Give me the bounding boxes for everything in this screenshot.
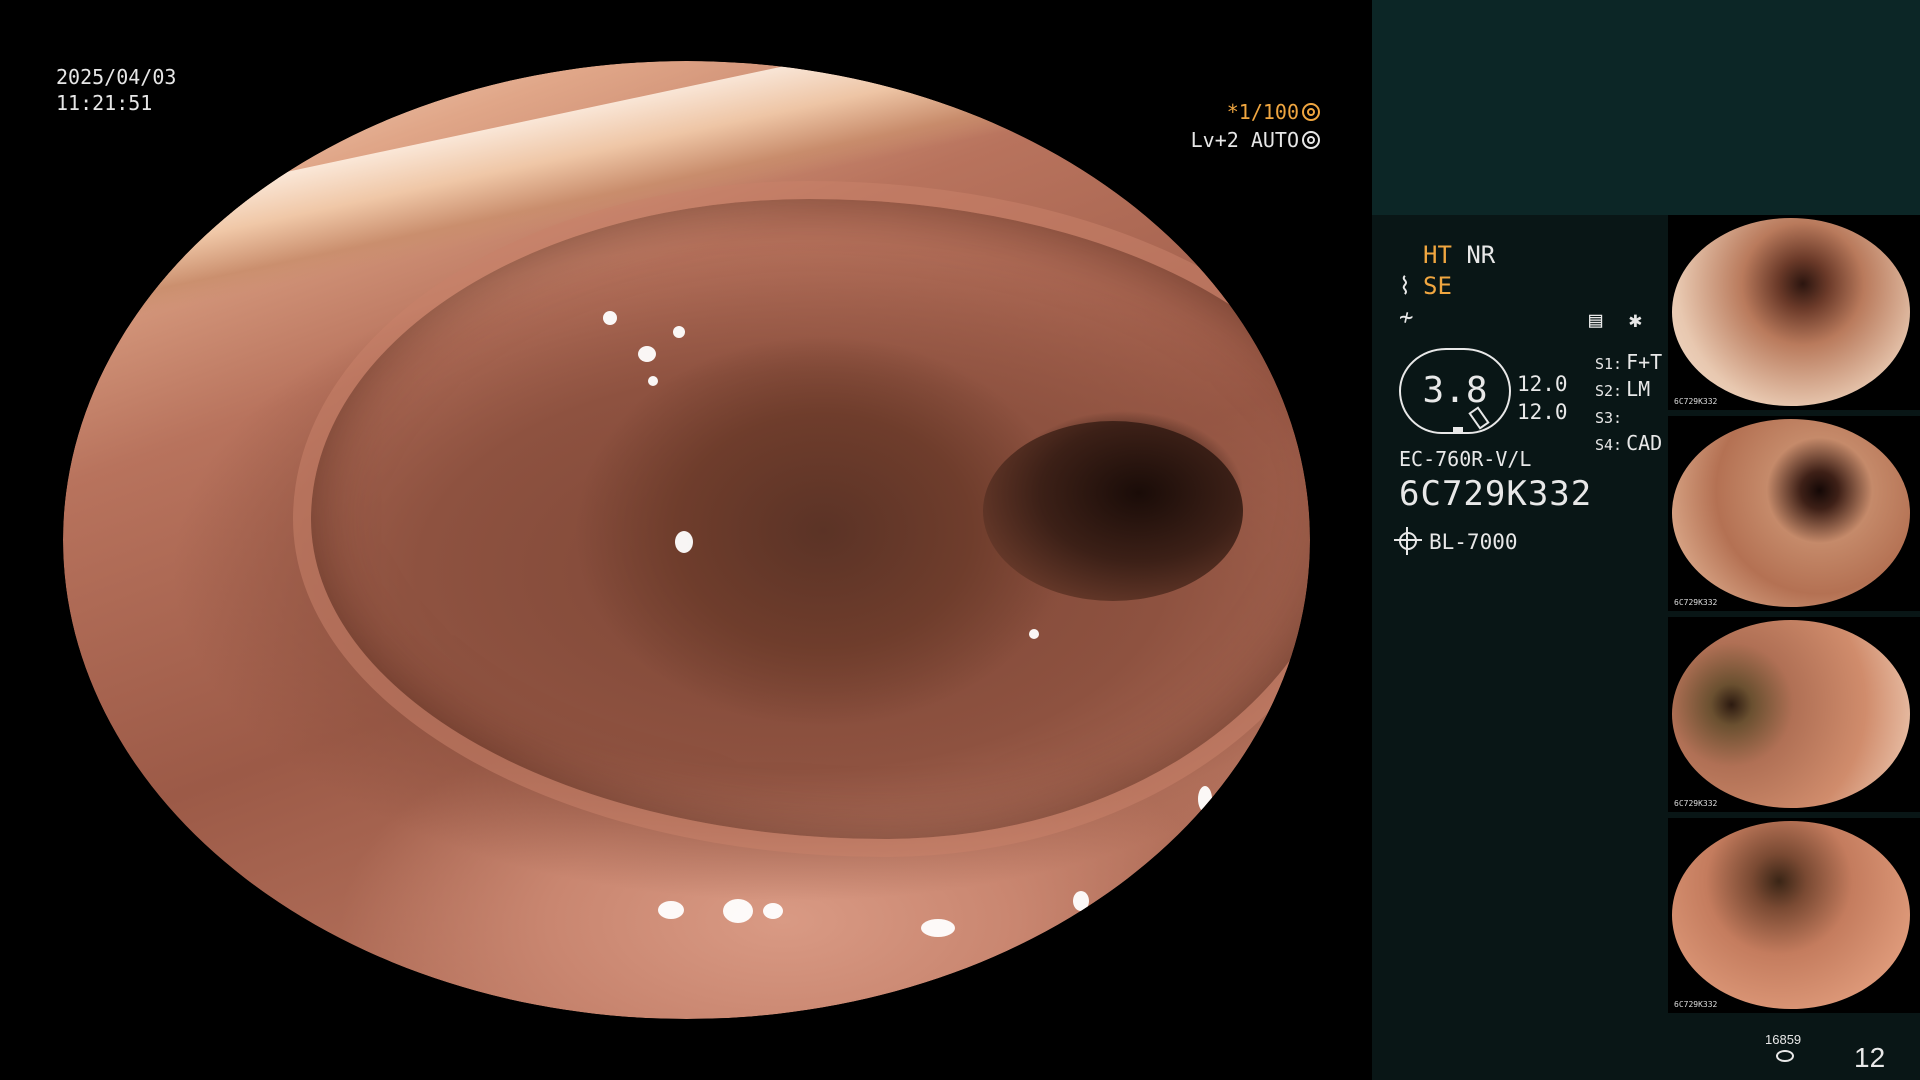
specular-highlight (638, 346, 656, 362)
gauge-values: 12.0 12.0 (1517, 370, 1568, 426)
wave-icon: ≁ (1399, 303, 1414, 331)
record-icon: ▤ (1589, 308, 1603, 333)
thumbnail-caption: 6C729K332 (1674, 397, 1718, 406)
status-icons: ▤ ✱ (1589, 308, 1642, 333)
function-slots: S1: F+T S2: LM S3: S4: CAD (1595, 350, 1662, 458)
thumbnail-caption: 6C729K332 (1674, 1000, 1718, 1009)
scope-serial: 6C729K332 (1399, 474, 1593, 514)
specular-highlight (648, 376, 658, 386)
image-count: 12 (1854, 1042, 1886, 1073)
se-mode: SE (1423, 272, 1452, 300)
thumbnail[interactable]: 6C729K332 (1668, 818, 1920, 1013)
iris-mode: Lv+2 AUTO (1190, 128, 1299, 152)
thumbnail[interactable]: 6C729K332 (1668, 215, 1920, 410)
captured-thumbnails: 6C729K332 6C729K332 6C729K332 6C729K332 (1668, 215, 1920, 1019)
thumbnail[interactable]: 6C729K332 (1668, 416, 1920, 611)
storage-remaining: 16859 (1765, 1032, 1802, 1047)
exposure-readout: *1/100 Lv+2 AUTO (0, 98, 1372, 154)
specular-highlight (1029, 629, 1039, 639)
nr-mode: NR (1466, 241, 1496, 269)
settings-info: HT NR ⌇ SE ≁ ▤ ✱ 3.8 12.0 12.0 S1: F+T S2:… (1394, 240, 1679, 555)
se-row: ⌇ SE (1399, 271, 1679, 302)
side-panel: HT NR ⌇ SE ≁ ▤ ✱ 3.8 12.0 12.0 S1: F+T S2:… (1372, 0, 1920, 1080)
thumbnail-caption: 6C729K332 (1674, 598, 1718, 607)
storage-disk-icon (1776, 1050, 1794, 1062)
specular-highlight (763, 903, 783, 919)
slot-3: S3: (1595, 409, 1623, 427)
shutter-line: *1/100 (0, 98, 1320, 126)
thumbnail-caption: 6C729K332 (1674, 799, 1718, 808)
endoscope-view: 2025/04/03 11:21:51 *1/100 Lv+2 AUTO (0, 0, 1372, 1080)
slot-4: S4: CAD (1595, 431, 1663, 455)
endoscopic-image (63, 61, 1310, 1019)
scope-tip-icon: ⌇ (1399, 272, 1411, 300)
value-1: 12.0 (1517, 372, 1568, 396)
specular-highlight (921, 919, 955, 937)
mode-row: HT NR (1399, 240, 1679, 271)
zoom-gauge: 3.8 (1399, 348, 1511, 434)
scope-model: EC-760R-V/L (1399, 447, 1532, 471)
lumen (983, 421, 1243, 601)
shutter-speed: *1/100 (1226, 100, 1299, 124)
asterisk-icon: ✱ (1628, 308, 1642, 333)
specular-highlight (673, 326, 685, 338)
gauge-value: 3.8 (1422, 370, 1488, 411)
specular-highlight (1073, 891, 1089, 911)
thumbnail[interactable]: 6C729K332 (1668, 617, 1920, 812)
iris-line: Lv+2 AUTO (0, 126, 1320, 154)
specular-highlight (1198, 786, 1212, 812)
specular-highlight (603, 311, 617, 325)
light-source: BL-7000 (1394, 527, 1518, 555)
light-source-label: BL-7000 (1429, 530, 1518, 554)
iris-icon (1302, 131, 1320, 149)
slot-1: S1: F+T (1595, 350, 1663, 374)
specular-highlight (723, 899, 753, 923)
ht-mode: HT (1423, 241, 1452, 269)
specular-highlight (658, 901, 684, 919)
light-source-icon (1394, 527, 1422, 555)
value-2: 12.0 (1517, 400, 1568, 424)
specular-highlight (675, 531, 693, 553)
panel-header-area (1372, 0, 1920, 215)
date: 2025/04/03 (56, 65, 177, 89)
slot-2: S2: LM (1595, 377, 1651, 401)
shutter-icon (1302, 103, 1320, 121)
